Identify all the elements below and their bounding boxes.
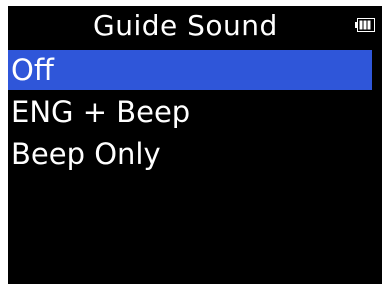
menu-item-label: ENG + Beep	[11, 95, 191, 129]
menu-item-off[interactable]: Off	[8, 50, 372, 90]
menu-item-label: Beep Only	[11, 137, 161, 171]
page-title: Guide Sound	[93, 9, 278, 42]
menu-item-eng-beep[interactable]: ENG + Beep	[8, 92, 372, 132]
header-bar: Guide Sound	[8, 6, 382, 46]
battery-icon-graphic	[355, 18, 375, 32]
guide-sound-menu: Off ENG + Beep Beep Only	[8, 50, 377, 174]
menu-item-beep-only[interactable]: Beep Only	[8, 134, 372, 174]
battery-icon	[355, 18, 375, 32]
device-screen: Guide Sound Off ENG + Beep Beep Only	[8, 6, 382, 284]
menu-item-label: Off	[11, 53, 54, 87]
